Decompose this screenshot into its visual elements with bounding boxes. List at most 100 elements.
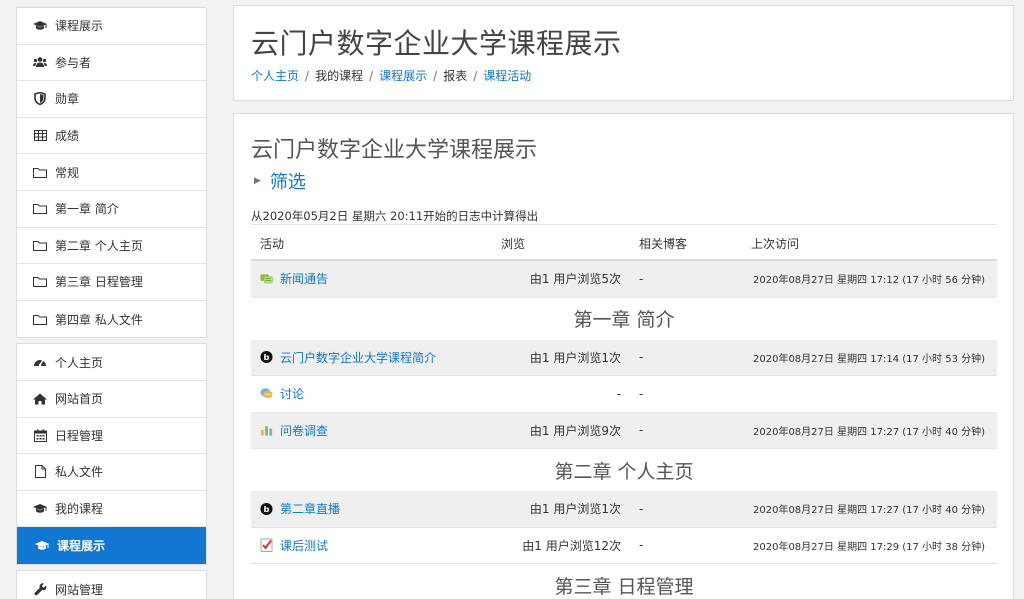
last-access-cell: 2020年08月27日 星期四 17:29 (17 小时 38 分钟): [753, 541, 986, 553]
sidebar-item-block1-6[interactable]: 第二章 个人主页: [17, 228, 206, 265]
sidebar-item-label: 私人文件: [55, 465, 104, 480]
sidebar-item-label: 第二章 个人主页: [55, 238, 143, 253]
section-heading: 第二章 个人主页: [554, 460, 694, 483]
sidebar-item-block1-0[interactable]: 课程展示: [17, 8, 206, 45]
filter-toggle[interactable]: ▶ 筛选: [254, 168, 306, 194]
sidebar-item-label: 参与者: [55, 55, 92, 70]
breadcrumb-item-0[interactable]: 个人主页: [251, 67, 299, 84]
sidebar-item-block1-4[interactable]: 常规: [17, 154, 206, 191]
table-icon: [33, 129, 47, 143]
breadcrumb-item-2[interactable]: 课程展示: [379, 67, 427, 84]
activity-cell: b 云门户数字企业大学课程简介: [251, 349, 491, 366]
bigbluebutton-icon: b: [260, 502, 273, 515]
table-row: 课后测试 由1 用户浏览12次 - 2020年08月27日 星期四 17:29 (17…: [251, 528, 997, 564]
sidebar-item-block2-0[interactable]: 个人主页: [17, 344, 206, 381]
views-cell: 由1 用户浏览1次: [529, 502, 621, 517]
divider: [251, 224, 997, 225]
activity-link[interactable]: 讨论: [280, 385, 304, 402]
activity-link[interactable]: 问卷调查: [280, 422, 328, 439]
folder-icon: [33, 312, 47, 326]
graduation-cap-icon: [33, 502, 47, 516]
activity-link[interactable]: 课后测试: [280, 537, 328, 554]
sidebar-item-block2-2[interactable]: 日程管理: [17, 418, 206, 455]
sidebar-item-block1-8[interactable]: 第四章 私人文件: [17, 301, 206, 338]
sidebar-item-label: 个人主页: [55, 355, 104, 370]
sidebar-item-block1-5[interactable]: 第一章 简介: [17, 191, 206, 228]
table-row: b 云门户数字企业大学课程简介 由1 用户浏览1次 - 2020年08月27日 星期四 …: [251, 339, 997, 376]
sidebar-item-label: 网站首页: [55, 392, 104, 407]
activity-link[interactable]: 新闻通告: [280, 270, 328, 287]
views-cell: 由1 用户浏览9次: [529, 423, 621, 438]
blogs-cell: -: [639, 386, 644, 401]
table-row: b 第二章直播 由1 用户浏览1次 - 2020年08月27日 星期四 17:27 (1…: [251, 491, 997, 528]
file-icon: [33, 465, 47, 479]
sidebar-item-label: 常规: [55, 165, 80, 180]
breadcrumb-separator: /: [305, 68, 310, 83]
sidebar-item-block1-2[interactable]: 勋章: [17, 81, 206, 118]
sidebar-item-block2-1[interactable]: 网站首页: [17, 381, 206, 418]
svg-text:b: b: [264, 352, 270, 362]
sidebar-item-label: 第一章 简介: [55, 202, 119, 217]
site-nav-block: 个人主页网站首页日程管理私人文件我的课程课程展示: [16, 343, 207, 565]
course-nav-block: 课程展示参与者勋章成绩常规第一章 简介第二章 个人主页第三章 日程管理 第四章 私…: [16, 7, 207, 339]
sidebar-item-label: 成绩: [55, 129, 80, 144]
sidebar-item-block3-0[interactable]: 网站管理: [17, 571, 206, 599]
feedback-icon: [260, 424, 273, 437]
calendar-icon: [33, 428, 47, 442]
report-region: 云门户数字企业大学课程展示 ▶ 筛选 从2020年05月2日 星期六 20:11…: [233, 113, 1014, 599]
breadcrumb-item-3: 报表: [443, 69, 468, 83]
forum-news-icon: [260, 272, 273, 285]
sidebar-item-block2-5[interactable]: 课程展示: [17, 527, 206, 564]
column-header-views[interactable]: 浏览: [491, 235, 621, 252]
blogs-cell: -: [639, 538, 644, 553]
views-cell: 由1 用户浏览5次: [529, 272, 621, 287]
caret-right-icon: ▶: [254, 176, 261, 186]
folder-icon: [33, 238, 47, 252]
column-header-last-access[interactable]: 上次访问: [711, 235, 799, 252]
log-info-text: 从2020年05月2日 星期六 20:11开始的日志中计算得出: [251, 209, 539, 223]
sidebar-item-label: 课程展示: [57, 539, 106, 554]
activity-link[interactable]: 云门户数字企业大学课程简介: [280, 349, 436, 366]
breadcrumb-item-1: 我的课程: [315, 69, 364, 83]
bigbluebutton-icon: b: [260, 351, 273, 364]
activity-cell: 讨论: [251, 385, 491, 402]
table-body: 新闻通告 由1 用户浏览5次 - 2020年08月27日 星期四 17:12 (17 …: [251, 261, 997, 599]
dashboard-icon: [33, 355, 47, 369]
quiz-icon: [260, 538, 273, 553]
blogs-cell: -: [639, 501, 644, 516]
column-header-blogs[interactable]: 相关博客: [621, 235, 711, 252]
sidebar-item-block1-7[interactable]: 第三章 日程管理: [17, 264, 206, 301]
sidebar-item-block2-3[interactable]: 私人文件: [17, 454, 206, 491]
blogs-cell: -: [639, 350, 644, 365]
sidebar-item-block2-4[interactable]: 我的课程: [17, 491, 206, 528]
table-row: 新闻通告 由1 用户浏览5次 - 2020年08月27日 星期四 17:12 (17 …: [251, 261, 997, 298]
column-header-activity[interactable]: 活动: [251, 235, 491, 252]
last-access-cell: 2020年08月27日 星期四 17:27 (17 小时 40 分钟): [753, 426, 986, 438]
activity-cell: 问卷调查: [251, 422, 491, 439]
sidebar: 课程展示 参与者 勋章 成绩 常规 第一章 简介 第二章 个人主页 第三章 日程管理 第四章 私…: [16, 7, 207, 599]
breadcrumb-separator: /: [473, 68, 478, 83]
graduation-cap-icon: [33, 19, 47, 33]
sidebar-item-block1-3[interactable]: 成绩: [17, 118, 206, 155]
activity-link[interactable]: 第二章直播: [280, 500, 340, 517]
sidebar-item-label: 课程展示: [55, 19, 104, 34]
page-header: 云门户数字企业大学课程展示 个人主页 / 我的课程 / 课程展示 / 报表 / 课程活动: [233, 5, 1014, 101]
shield-icon: [33, 92, 47, 106]
table-row: 问卷调查 由1 用户浏览9次 - 2020年08月27日 星期四 17:27 (17 …: [251, 412, 997, 449]
last-access-cell: 2020年08月27日 星期四 17:12 (17 小时 56 分钟): [753, 275, 986, 287]
folder-icon: [33, 275, 47, 289]
breadcrumb-separator: /: [433, 68, 438, 83]
filter-label: 筛选: [269, 172, 306, 193]
svg-text:b: b: [264, 504, 270, 514]
sidebar-item-label: 日程管理: [55, 428, 104, 443]
section-heading: 第三章 日程管理: [554, 575, 694, 598]
folder-icon: [33, 165, 47, 179]
sidebar-item-block1-1[interactable]: 参与者: [17, 45, 206, 82]
home-icon: [33, 392, 47, 406]
forum-icon: [260, 387, 273, 400]
blogs-cell: -: [639, 271, 644, 286]
views-cell: -: [616, 386, 621, 401]
graduation-cap-icon: [35, 539, 49, 553]
admin-nav-block: 网站管理: [16, 569, 207, 599]
breadcrumb-item-4[interactable]: 课程活动: [483, 67, 531, 84]
